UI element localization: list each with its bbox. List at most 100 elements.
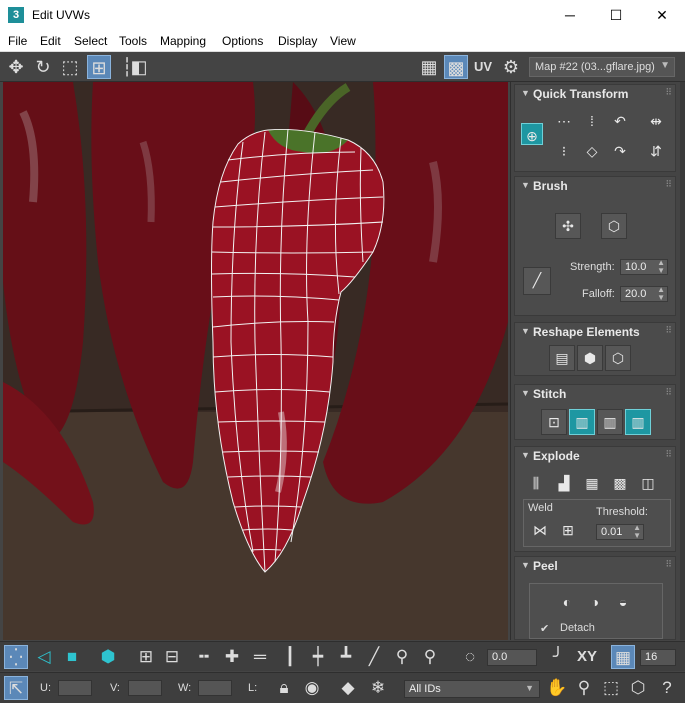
reset-peel-icon[interactable]: ◒ — [610, 590, 636, 616]
pan-hand-icon[interactable]: ✋ — [545, 676, 569, 700]
quick-peel-icon[interactable]: ◐ — [554, 590, 580, 616]
freeze-selection-icon[interactable]: ◆ — [336, 676, 360, 700]
paint-grow-icon[interactable]: ⚲ — [390, 645, 414, 669]
weld-target-icon[interactable]: ⊞ — [556, 518, 580, 542]
minimize-button[interactable]: ─ — [547, 0, 593, 30]
move-icon[interactable]: ✥ — [4, 55, 28, 79]
relax-brush-icon[interactable]: ⬡ — [601, 213, 627, 239]
stitch-custom-icon[interactable]: ⊡ — [541, 409, 567, 435]
straighten-selection-icon[interactable]: ▤ — [549, 345, 575, 371]
flatten-icon[interactable]: ◫ — [635, 471, 661, 497]
paint-select-icon[interactable]: ╱ — [362, 645, 386, 669]
polygon-mode-icon[interactable]: ■ — [60, 645, 84, 669]
select-overlap-icon[interactable]: ┻ — [334, 645, 358, 669]
uv-viewport[interactable] — [3, 82, 508, 640]
v-field[interactable] — [128, 680, 162, 696]
explode-header[interactable]: ▼ Explode ⠿ — [515, 447, 675, 465]
relax-icon[interactable]: ⬡ — [605, 345, 631, 371]
menu-tools[interactable]: Tools — [119, 34, 147, 48]
paint-shrink-icon[interactable]: ⚲ — [418, 645, 442, 669]
freeform-icon[interactable]: ⊞ — [87, 55, 111, 79]
reshape-header[interactable]: ▼ Reshape Elements ⠿ — [515, 323, 675, 341]
checker-pattern-icon[interactable]: ▦ — [417, 55, 441, 79]
peel-mode-icon[interactable]: ◑ — [582, 590, 608, 616]
rotate-ccw-icon[interactable]: ↶ — [607, 109, 633, 135]
align-to-edge-icon[interactable]: ⁝ — [551, 139, 577, 165]
weld-selected-icon[interactable]: ⋈ — [528, 518, 552, 542]
brush-title: Brush — [533, 179, 568, 193]
brush-header[interactable]: ▼ Brush ⠿ — [515, 177, 675, 195]
menu-edit[interactable]: Edit — [40, 34, 61, 48]
stitch-average-icon[interactable]: ▥ — [597, 409, 623, 435]
mirror-icon[interactable]: ◧ — [127, 55, 151, 79]
stitch-header[interactable]: ▼ Stitch ⠿ — [515, 385, 675, 403]
straighten-icon[interactable]: ◇ — [579, 139, 605, 165]
break-by-polygon-icon[interactable]: ▦ — [579, 471, 605, 497]
absolute-mode-icon[interactable]: ⇱ — [4, 676, 28, 700]
space-vertical-icon[interactable]: ⇵ — [643, 139, 669, 165]
detach-checkbox[interactable]: ✔ — [540, 622, 549, 635]
shrink-selection-icon[interactable]: ⊟ — [160, 645, 184, 669]
zoom-region-icon[interactable]: ⬚ — [599, 676, 623, 700]
grow-loop-icon[interactable]: ✚ — [220, 645, 244, 669]
falloff-curve-icon[interactable]: ╱ — [523, 267, 551, 295]
panel-scrollbar[interactable] — [680, 82, 685, 640]
falloff-spinner[interactable]: 20.0 ▲ ▼ — [620, 286, 668, 302]
maximize-button[interactable]: ☐ — [593, 0, 639, 30]
align-horizontal-icon[interactable]: ⋯ — [551, 109, 577, 135]
zoom-icon[interactable]: ⚲ — [572, 676, 596, 700]
strength-spinner[interactable]: 10.0 ▲ ▼ — [620, 259, 668, 275]
menu-mapping[interactable]: Mapping — [160, 34, 206, 48]
menu-file[interactable]: File — [8, 34, 27, 48]
settings-icon[interactable]: ⚙ — [499, 55, 523, 79]
edge-mode-icon[interactable]: ◁ — [32, 645, 56, 669]
transform-gizmo-icon[interactable]: ⊕ — [521, 123, 543, 145]
break-by-smoothing-icon[interactable]: ⫼ — [523, 471, 549, 497]
soft-selection-icon[interactable]: ╯ — [546, 645, 570, 669]
break-checker-icon[interactable]: ▩ — [607, 471, 633, 497]
menu-view[interactable]: View — [330, 34, 356, 48]
angle-value: 0.0 — [492, 651, 508, 663]
break-by-material-icon[interactable]: ▟ — [551, 471, 577, 497]
lock-icon[interactable]: 🔒︎ — [272, 676, 296, 700]
menu-display[interactable]: Display — [278, 34, 317, 48]
show-map-icon[interactable]: ▩ — [444, 55, 468, 79]
space-horizontal-icon[interactable]: ⇹ — [643, 109, 669, 135]
vertex-mode-icon[interactable]: ⁛ — [4, 645, 28, 669]
menu-options[interactable]: Options — [222, 34, 263, 48]
help-icon[interactable]: ? — [655, 676, 679, 700]
grow-selection-icon[interactable]: ⊞ — [134, 645, 158, 669]
angle-snap-icon[interactable]: ◌ — [458, 645, 482, 669]
stitch-to-source-icon[interactable]: ▥ — [569, 409, 595, 435]
pixel-snap-icon[interactable]: ▦ — [611, 645, 635, 669]
u-field[interactable] — [58, 680, 92, 696]
peel-header[interactable]: ▼ Peel ⠿ — [515, 557, 675, 575]
map-selector[interactable]: Map #22 (03...gflare.jpg) ▼ — [529, 57, 675, 77]
select-by-element-icon[interactable]: ┿ — [306, 645, 330, 669]
rotate-icon[interactable]: ↻ — [31, 55, 55, 79]
element-mode-icon[interactable]: ⬢ — [96, 645, 120, 669]
rotate-cw-icon[interactable]: ↷ — [607, 139, 633, 165]
snowflake-icon[interactable]: ❄ — [366, 676, 390, 700]
grid-spinner[interactable]: 16 — [640, 649, 676, 666]
material-id-selector[interactable]: All IDs ▼ — [404, 680, 540, 698]
zoom-extents-icon[interactable]: ⬡ — [626, 676, 650, 700]
align-vertical-icon[interactable]: ⁞ — [579, 109, 605, 135]
close-button[interactable]: ✕ — [639, 0, 685, 30]
xy-axis-label[interactable]: XY — [574, 645, 600, 669]
stitch-to-target-icon[interactable]: ▥ — [625, 409, 651, 435]
relax-until-flat-icon[interactable]: ⬢ — [577, 345, 603, 371]
hide-show-icon[interactable]: ◉ — [300, 676, 324, 700]
paint-move-icon[interactable]: ✣ — [555, 213, 581, 239]
uv-mode-label[interactable]: UV — [471, 55, 495, 79]
point-to-point-icon[interactable]: ┃ — [278, 645, 302, 669]
w-field[interactable] — [198, 680, 232, 696]
threshold-spinner[interactable]: 0.01 ▲ ▼ — [596, 524, 644, 540]
scale-icon[interactable]: ⬚ — [58, 55, 82, 79]
ring-icon[interactable]: ═ — [248, 645, 272, 669]
angle-spinner[interactable]: 0.0 — [487, 649, 537, 666]
spinner-arrows-icon: ▲ ▼ — [657, 258, 665, 275]
loop-icon[interactable]: ╍ — [192, 645, 216, 669]
quick-transform-header[interactable]: ▼ Quick Transform ⠿ — [515, 85, 675, 103]
menu-select[interactable]: Select — [74, 34, 107, 48]
